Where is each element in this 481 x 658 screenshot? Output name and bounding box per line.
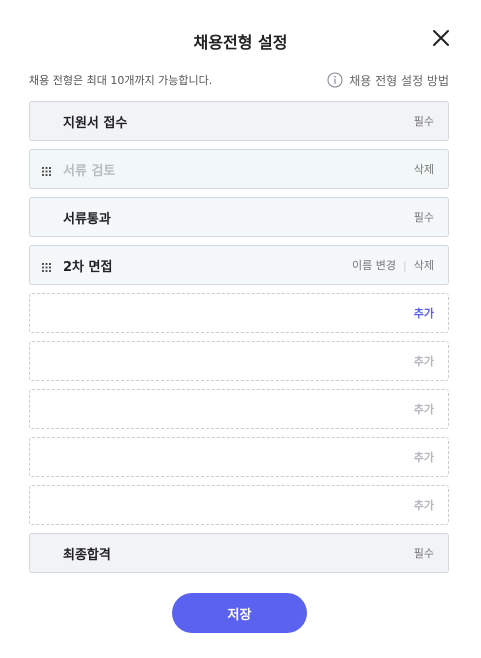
step-label: 2차 면접 [63, 259, 113, 275]
delete-button[interactable]: 삭제 [414, 161, 434, 177]
empty-step-slot: 추가 [29, 341, 449, 381]
empty-step-slot: 추가 [29, 485, 449, 525]
step-label: 지원서 접수 [63, 115, 128, 131]
dialog-title: 채용전형 설정 [193, 33, 288, 52]
divider: | [403, 258, 407, 272]
step-label: 서류 검토 [63, 163, 116, 179]
add-step-button[interactable]: 추가 [414, 497, 434, 513]
guide-link-label: 채용 전형 설정 방법 [349, 73, 449, 88]
add-step-button[interactable]: 추가 [414, 353, 434, 369]
required-badge: 필수 [413, 115, 434, 128]
subheader-bar: 채용 전형은 최대 10개까지 가능합니다. 채용 전형 설정 방법 [29, 70, 449, 90]
drag-handle-icon[interactable] [42, 261, 51, 272]
required-badge: 필수 [413, 547, 434, 560]
delete-button[interactable]: 삭제 [414, 257, 434, 273]
step-application: 지원서 접수 필수 [29, 101, 449, 141]
required-badge: 필수 [413, 211, 434, 224]
step-document-review[interactable]: 서류 검토 삭제 [29, 149, 449, 189]
step-label: 최종합격 [63, 547, 111, 563]
empty-step-slot: 추가 [29, 389, 449, 429]
add-step-button[interactable]: 추가 [414, 401, 434, 417]
empty-step-slot: 추가 [29, 293, 449, 333]
close-icon[interactable] [430, 27, 452, 49]
drag-handle-icon[interactable] [42, 165, 51, 176]
step-second-interview[interactable]: 2차 면접 이름 변경 | 삭제 [29, 245, 449, 285]
empty-step-slot: 추가 [29, 437, 449, 477]
add-step-button[interactable]: 추가 [414, 449, 434, 465]
step-label: 서류통과 [63, 211, 111, 227]
step-document-pass: 서류통과 필수 [29, 197, 449, 237]
limit-hint: 채용 전형은 최대 10개까지 가능합니다. [29, 74, 213, 87]
add-step-button[interactable]: 추가 [414, 305, 434, 321]
info-icon [327, 72, 343, 88]
save-button[interactable]: 저장 [172, 593, 307, 633]
step-final-pass: 최종합격 필수 [29, 533, 449, 573]
rename-button[interactable]: 이름 변경 [352, 257, 396, 273]
guide-link[interactable]: 채용 전형 설정 방법 [327, 72, 449, 89]
hiring-step-list: 지원서 접수 필수 서류 검토 삭제 서류통과 필수 2차 면접 이름 변경 |… [29, 101, 449, 581]
